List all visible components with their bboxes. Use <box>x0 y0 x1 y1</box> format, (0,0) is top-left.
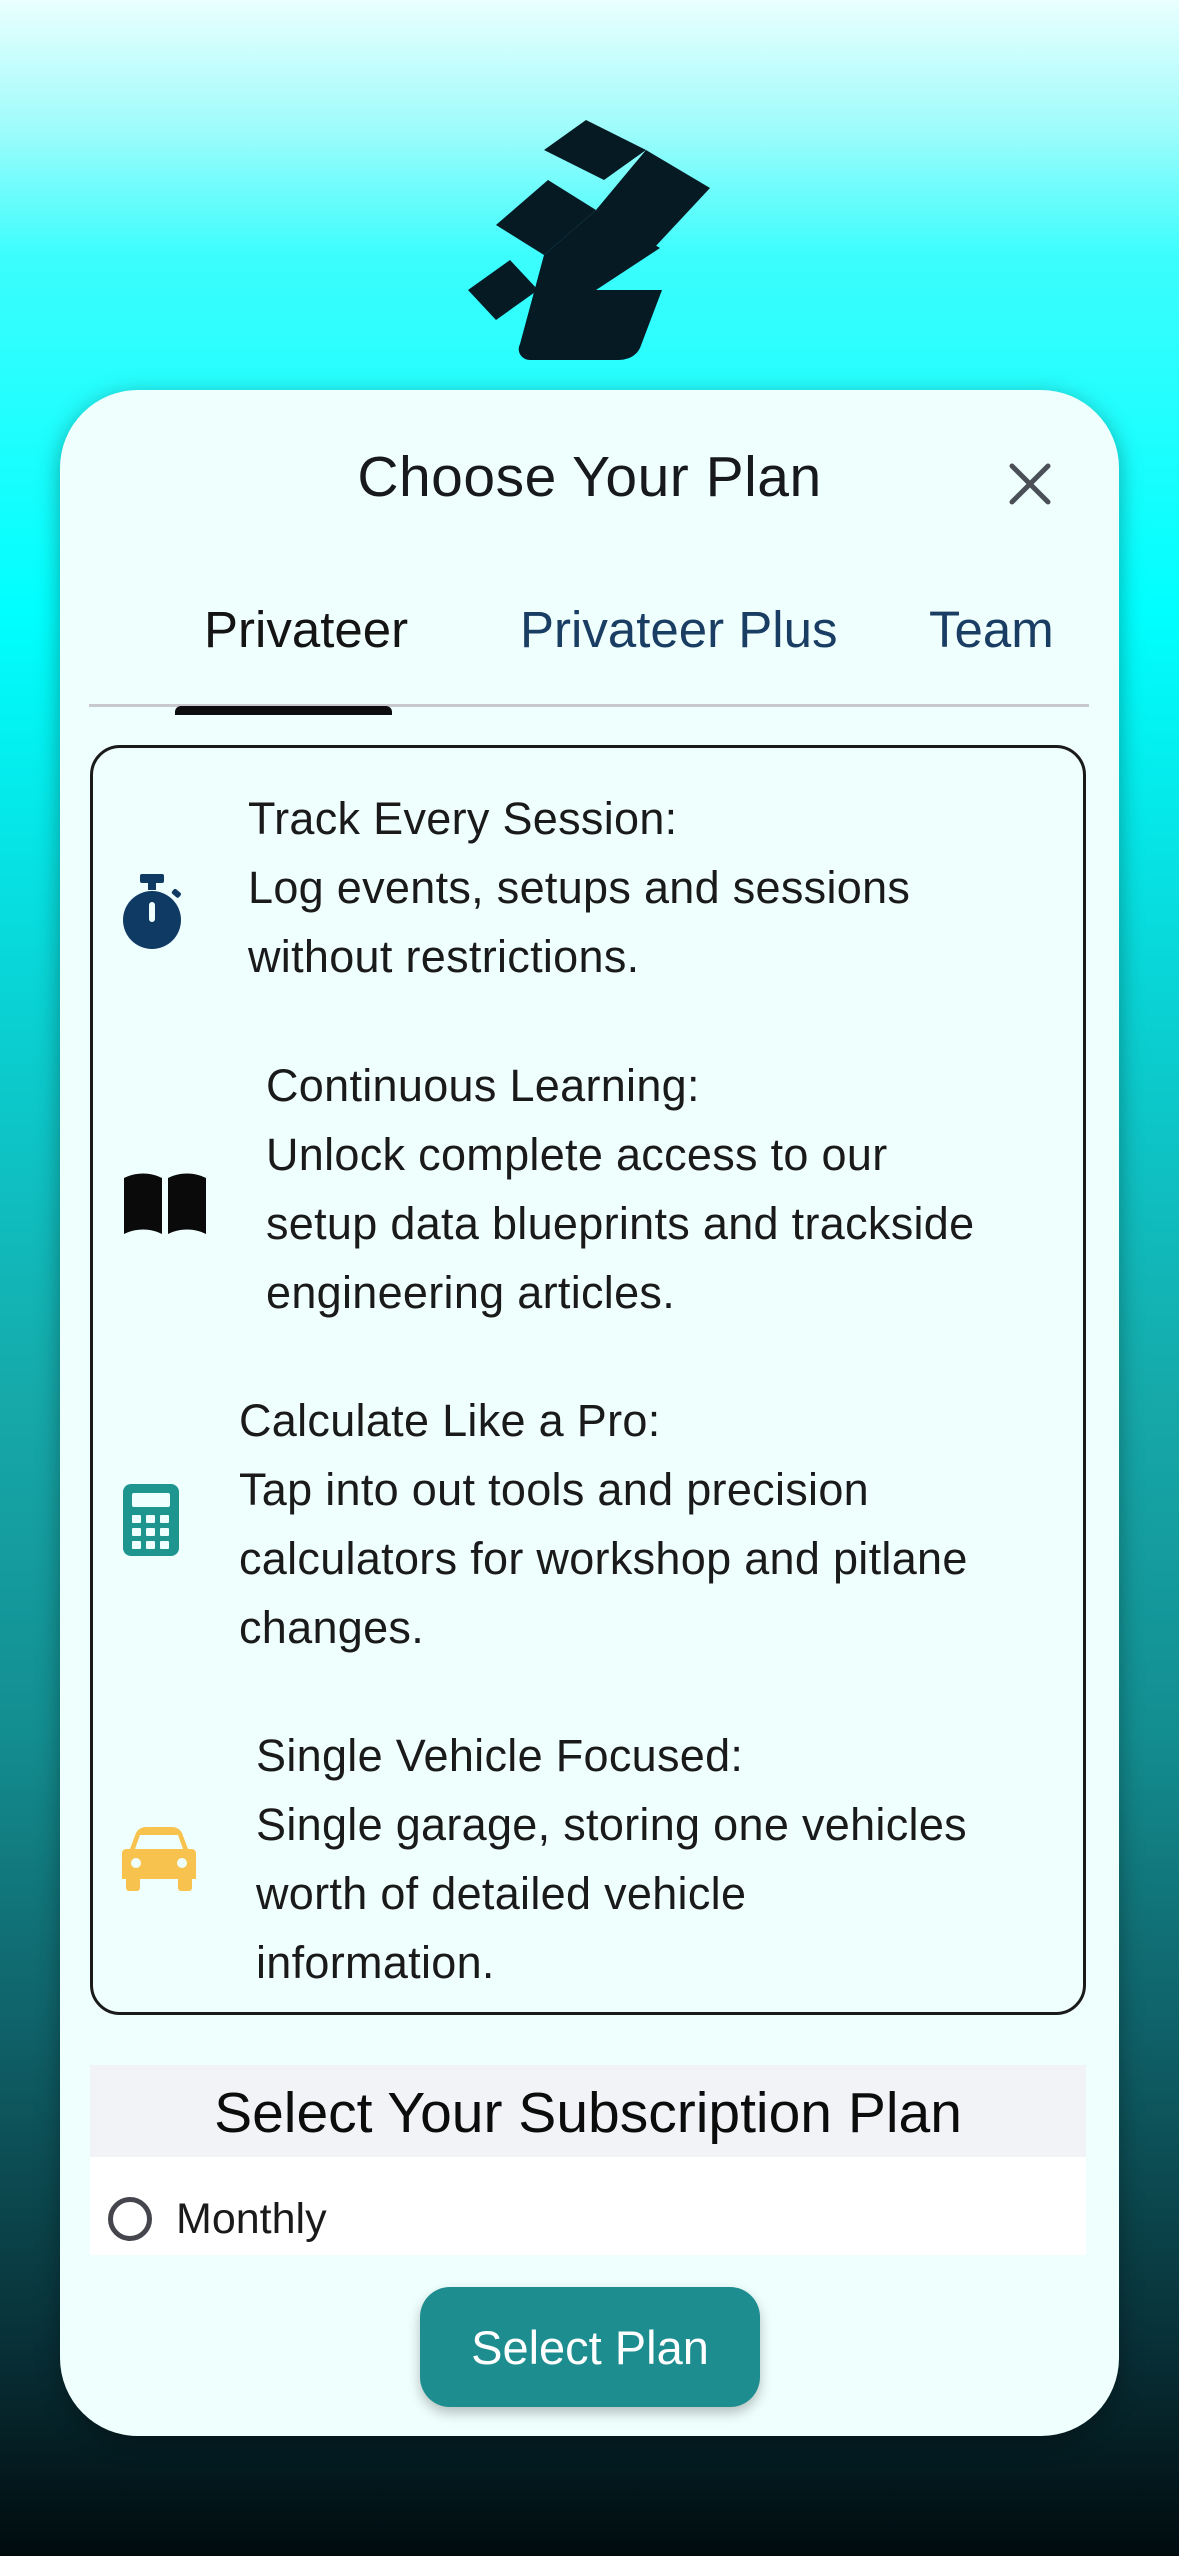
feature-list: Track Every Session: Log events, setups … <box>90 745 1086 2015</box>
active-tab-indicator <box>175 706 392 715</box>
feature-description: calculators for workshop and pitlane <box>239 1533 968 1584</box>
feature-description: engineering articles. <box>266 1267 676 1318</box>
feature-description: Tap into out tools and precision <box>239 1464 869 1515</box>
car-icon <box>121 1825 197 1893</box>
plan-modal: Choose Your Plan Privateer Privateer Plu… <box>60 390 1119 2436</box>
subscription-section: Select Your Subscription Plan Monthly <box>90 2065 1086 2255</box>
modal-title: Choose Your Plan <box>357 445 822 509</box>
feature-title: Continuous Learning: <box>266 1060 700 1111</box>
feature-title: Single Vehicle Focused: <box>256 1730 744 1781</box>
tab-team[interactable]: Team <box>929 590 1054 704</box>
monthly-label: Monthly <box>176 2194 327 2243</box>
monthly-radio[interactable] <box>108 2197 152 2241</box>
feature-description: changes. <box>239 1602 425 1653</box>
feature-description: information. <box>256 1937 495 1988</box>
feature-description: worth of detailed vehicle <box>256 1868 747 1919</box>
close-button[interactable] <box>994 448 1066 520</box>
feature-description: Single garage, storing one vehicles <box>256 1799 967 1850</box>
feature-title: Calculate Like a Pro: <box>239 1395 661 1446</box>
select-plan-button[interactable]: Select Plan <box>420 2287 760 2407</box>
tab-privateer-plus[interactable]: Privateer Plus <box>520 590 837 704</box>
stopwatch-icon <box>119 872 185 952</box>
book-open-icon <box>121 1169 209 1239</box>
tab-privateer[interactable]: Privateer <box>204 590 408 704</box>
monthly-option[interactable]: Monthly <box>108 2189 327 2249</box>
feature-description: setup data blueprints and trackside <box>266 1198 975 1249</box>
subscription-heading: Select Your Subscription Plan <box>90 2065 1086 2157</box>
calculator-icon <box>121 1482 181 1558</box>
plan-tabs: Privateer Privateer Plus Team <box>89 590 1089 707</box>
feature-description: without restrictions. <box>248 931 640 982</box>
feature-description: Unlock complete access to our <box>266 1129 888 1180</box>
feature-title: Track Every Session: <box>248 793 678 844</box>
brand-logo <box>468 120 710 360</box>
close-icon <box>1009 463 1051 505</box>
feature-description: Log events, setups and sessions <box>248 862 911 913</box>
